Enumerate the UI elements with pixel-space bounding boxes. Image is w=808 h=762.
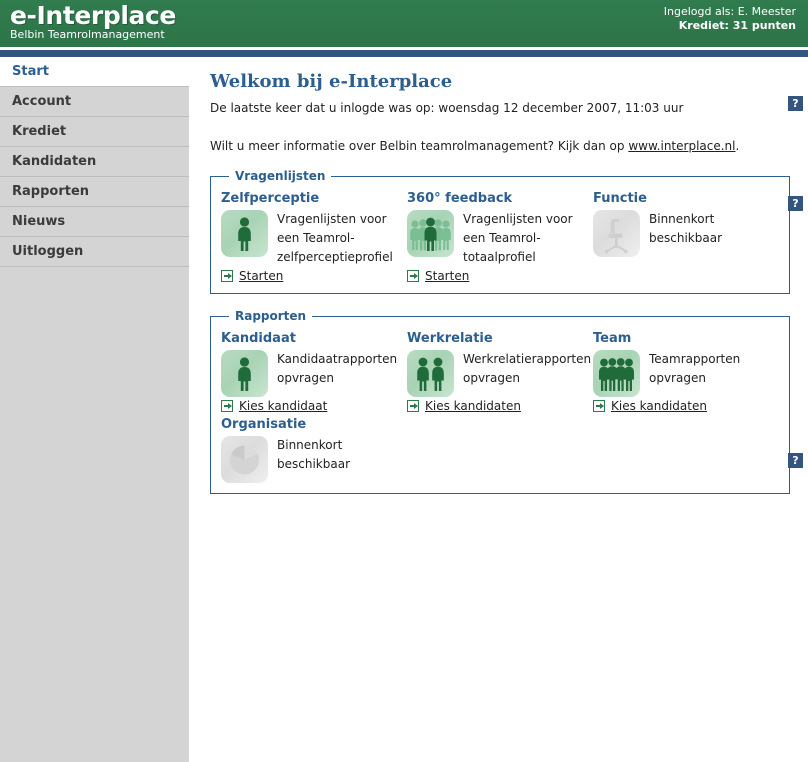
info-text: Wilt u meer informatie over Belbin teamr… — [210, 138, 808, 154]
sidebar-item-kandidaten[interactable]: Kandidaten — [0, 147, 189, 177]
card-action[interactable]: Kies kandidaten — [593, 399, 779, 413]
sidebar-item-start[interactable]: Start — [0, 57, 189, 87]
arrow-right-icon — [407, 400, 419, 412]
help-button-welcome[interactable]: ? — [788, 96, 803, 111]
card-zelfperceptie: Zelfperceptie Vragenlijsten voor een Tea… — [221, 189, 407, 283]
help-button-reports[interactable]: ? — [788, 453, 803, 468]
card-text: Binnenkort beschikbaar — [277, 438, 350, 471]
pie-chart-icon — [221, 436, 268, 483]
card-functie: Functie Binnenkort beschikbaar — [593, 189, 779, 283]
reports-cards: Kandidaat Kandidaatrapporten opvragen Ki… — [221, 329, 779, 413]
interplace-website-link[interactable]: www.interplace.nl — [628, 139, 735, 153]
card-text: Binnenkort beschikbaar — [649, 212, 722, 245]
sidebar-item-label: Start — [12, 64, 49, 79]
card-team: Team Teamrapporten opvragen Kies kandida… — [593, 329, 779, 413]
card-body: Werkrelatierapporten opvragen — [407, 350, 593, 397]
card-organisatie: Organisatie Binnenkort beschikbaar — [221, 415, 407, 483]
single-person-icon — [221, 350, 268, 397]
card-text: Kandidaatrapporten opvragen — [277, 352, 398, 385]
brand-title: e-Interplace — [10, 1, 176, 30]
card-text: Teamrapporten opvragen — [649, 352, 741, 385]
arrow-right-icon — [407, 270, 419, 282]
single-person-icon — [221, 210, 268, 257]
arrow-right-icon — [221, 270, 233, 282]
sidebar-item-nieuws[interactable]: Nieuws — [0, 207, 189, 237]
card-body: Kandidaatrapporten opvragen — [221, 350, 407, 397]
logged-in-user: Ingelogd als: E. Meester — [663, 5, 796, 18]
card-text: Werkrelatierapporten opvragen — [463, 352, 592, 385]
card-body: Vragenlijsten voor een Teamrol-zelfperce… — [221, 210, 407, 267]
sidebar-divider — [189, 57, 208, 552]
sidebar-item-label: Nieuws — [12, 214, 66, 229]
questionnaires-panel: Vragenlijsten Zelfperceptie Vragenlijste… — [210, 169, 790, 294]
card-action[interactable]: Starten — [221, 269, 407, 283]
card-360-feedback: 360° feedback Vragenlijsten voor een Tea… — [407, 189, 593, 283]
sidebar-filler — [0, 267, 189, 762]
info-prefix: Wilt u meer informatie over Belbin teamr… — [210, 139, 629, 153]
sidebar-nav: Start Account Krediet Kandidaten Rapport… — [0, 57, 189, 762]
card-title: Werkrelatie — [407, 331, 493, 346]
card-action[interactable]: Starten — [407, 269, 593, 283]
session-info: Ingelogd als: E. Meester Krediet: 31 pun… — [664, 5, 796, 33]
kies-kandidaten-werkrelatie-link[interactable]: Kies kandidaten — [425, 399, 521, 413]
card-body: Teamrapporten opvragen — [593, 350, 779, 397]
sidebar-item-label: Krediet — [12, 124, 67, 139]
card-title: Kandidaat — [221, 331, 296, 346]
header-blue-rule — [0, 50, 808, 57]
sidebar-item-uitloggen[interactable]: Uitloggen — [0, 237, 189, 267]
sidebar-item-label: Rapporten — [12, 184, 90, 199]
card-title: Team — [593, 331, 632, 346]
card-kandidaat: Kandidaat Kandidaatrapporten opvragen Ki… — [221, 329, 407, 413]
card-text: Vragenlijsten voor een Teamrol-zelfperce… — [277, 212, 393, 264]
reports-panel: Rapporten Kandidaat Kandidaatrapporten o… — [210, 309, 790, 494]
office-chair-icon — [593, 210, 640, 257]
group-person-icon — [407, 210, 454, 257]
reports-legend: Rapporten — [235, 309, 307, 323]
last-login-text: De laatste keer dat u inlogde was op: wo… — [210, 101, 684, 115]
card-text: Vragenlijsten voor een Teamrol-totaalpro… — [463, 212, 573, 264]
organisation-row: Organisatie Binnenkort beschikbaar — [221, 415, 779, 483]
sidebar-item-krediet[interactable]: Krediet — [0, 117, 189, 147]
kies-kandidaat-link[interactable]: Kies kandidaat — [239, 399, 327, 413]
kies-kandidaten-team-link[interactable]: Kies kandidaten — [611, 399, 707, 413]
sidebar-item-label: Kandidaten — [12, 154, 97, 169]
start-360-feedback-link[interactable]: Starten — [425, 269, 469, 283]
start-zelfperceptie-link[interactable]: Starten — [239, 269, 283, 283]
credit-balance: Krediet: 31 punten — [678, 19, 796, 32]
two-persons-icon — [407, 350, 454, 397]
arrow-right-icon — [221, 400, 233, 412]
sidebar-item-label: Account — [12, 94, 72, 109]
card-action[interactable]: Kies kandidaat — [221, 399, 407, 413]
sidebar-item-label: Uitloggen — [12, 244, 84, 259]
card-body: Binnenkort beschikbaar — [593, 210, 779, 257]
card-title: Functie — [593, 191, 647, 206]
questionnaires-legend: Vragenlijsten — [235, 169, 326, 183]
help-button-questionnaires[interactable]: ? — [788, 196, 803, 211]
sidebar-item-rapporten[interactable]: Rapporten — [0, 177, 189, 207]
card-title: Zelfperceptie — [221, 191, 320, 206]
brand-subtitle: Belbin Teamrolmanagement — [10, 28, 165, 41]
card-action[interactable]: Kies kandidaten — [407, 399, 593, 413]
arrow-right-icon — [593, 400, 605, 412]
app-header: e-Interplace Belbin Teamrolmanagement In… — [0, 0, 808, 47]
four-persons-icon — [593, 350, 640, 397]
card-title: Organisatie — [221, 417, 307, 432]
card-title: 360° feedback — [407, 191, 513, 206]
page-title: Welkom bij e-Interplace — [210, 71, 453, 92]
card-body: Vragenlijsten voor een Teamrol-totaalpro… — [407, 210, 593, 267]
questionnaires-cards: Zelfperceptie Vragenlijsten voor een Tea… — [221, 189, 779, 283]
card-werkrelatie: Werkrelatie Werkrelatierapporten opvrage… — [407, 329, 593, 413]
brand-logo: e-Interplace Belbin Teamrolmanagement — [10, 2, 176, 41]
info-suffix: . — [735, 139, 740, 153]
sidebar-item-account[interactable]: Account — [0, 87, 189, 117]
card-body: Binnenkort beschikbaar — [221, 436, 407, 483]
main-content: Welkom bij e-Interplace De laatste keer … — [208, 57, 808, 552]
